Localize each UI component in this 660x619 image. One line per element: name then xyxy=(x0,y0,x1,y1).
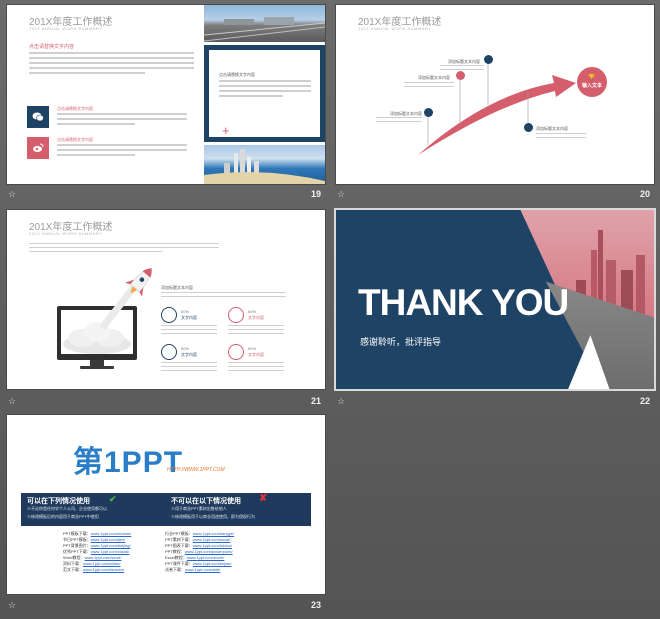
stat-3-text xyxy=(161,362,217,374)
marker-03 xyxy=(484,55,493,64)
slide-number-20: 20 xyxy=(640,189,651,199)
slide-heading: 点击请替换文字内容 xyxy=(29,44,75,50)
item-text-2 xyxy=(57,144,187,159)
slide-thumbnail-22[interactable]: THANK YOU 感谢聆听，批评指导 xyxy=(336,210,654,389)
trophy-icon: 🏆 xyxy=(588,75,596,81)
label-04: 添加标题文本内容 xyxy=(536,126,568,131)
desc-02 xyxy=(404,82,454,90)
stat-2-pct: 60% xyxy=(248,309,257,314)
slide-19-transition-icon[interactable]: ☆ xyxy=(8,189,16,200)
intro-text xyxy=(29,243,219,255)
link-row[interactable]: 试卷下载：www.1ppt.com/shiti/ xyxy=(165,567,275,573)
slide-thumbnail-21[interactable]: 201X年度工作概述 201X ANNUAL WORK SUMMARY 添加标题… xyxy=(7,210,325,389)
photo-railway xyxy=(204,5,325,42)
desc-04 xyxy=(536,133,586,141)
stat-3-pct: 60% xyxy=(181,346,190,351)
rocket-monitor-illustration xyxy=(57,267,152,369)
slide-thumbnail-23[interactable]: 第1PPT HTTP://WWW.1PPT.COM 可以在下列情况使用 ✔ ※不… xyxy=(7,415,325,594)
plus-icon: + xyxy=(222,123,230,138)
logo-text: 第1PPT xyxy=(73,446,184,479)
section-heading: 添加标题文本内容 xyxy=(161,285,193,290)
slide-20-transition-icon[interactable]: ☆ xyxy=(337,189,345,200)
cannot-use-title: 不可以在以下情况使用 xyxy=(171,498,241,505)
cta-label: 输入文本 xyxy=(581,83,602,89)
box-title: 点击请替换文字内容 xyxy=(219,72,255,77)
cannot-use-line-1: ※用于商业PPT素材出售给他人 xyxy=(171,506,227,511)
puzzle-icon xyxy=(161,344,177,360)
slide-22-transition-icon[interactable]: ☆ xyxy=(337,396,345,407)
stat-4-label: 文字内容 xyxy=(248,352,264,357)
logo-url: HTTP://WWW.1PPT.COM xyxy=(167,467,225,473)
slide-subtitle: 201X ANNUAL WORK SUMMARY xyxy=(29,26,103,31)
stat-4-pct: 60% xyxy=(248,346,257,351)
stat-4-text xyxy=(228,362,284,374)
section-text xyxy=(161,292,286,300)
slide-number-22: 22 xyxy=(640,396,651,406)
usage-banner: 可以在下列情况使用 ✔ ※不论你是任何学个人公司、企业使用都可以 ※修改模板后的… xyxy=(21,493,311,526)
cta-circle: 🏆 输入文本 xyxy=(577,67,607,97)
wechat-icon xyxy=(27,106,49,128)
link-row[interactable]: 范文下载：www.1ppt.com/fanwen/ xyxy=(63,567,163,573)
cross-icon: ✘ xyxy=(259,493,268,504)
links-right: 行业PPT模板：www.1ppt.com/hangye/ PPT素材下载：www… xyxy=(165,531,275,573)
label-02: 添加标题文本内容 xyxy=(418,75,450,80)
cannot-use-line-2: ※修改模板用于以商业用途使用，即为侵权行为 xyxy=(171,514,255,519)
slide-thumbnail-20[interactable]: 201X年度工作概述 201X ANNUAL WORK SUMMARY 添加标题… xyxy=(336,5,654,184)
slide-23-transition-icon[interactable]: ☆ xyxy=(8,600,16,611)
stat-1-text xyxy=(161,325,217,337)
paragraph-placeholder xyxy=(29,52,194,77)
marker-01 xyxy=(424,108,433,117)
links-left: PPT模板下载：www.1ppt.com/moban/ 节日PPT模板：www.… xyxy=(63,531,163,573)
slide-number-19: 19 xyxy=(311,189,322,199)
slide-21-transition-icon[interactable]: ☆ xyxy=(8,396,16,407)
item-title-1: 点击请替换文字内容 xyxy=(57,106,93,111)
alarm-icon xyxy=(228,307,244,323)
alarm-clock-icon xyxy=(161,307,177,323)
item-text-1 xyxy=(57,113,187,128)
stat-2-text xyxy=(228,325,284,337)
slide-subtitle: 201X ANNUAL WORK SUMMARY xyxy=(29,231,103,236)
desc-03 xyxy=(440,65,484,73)
bulb-icon xyxy=(228,344,244,360)
thank-you-headline: THANK YOU xyxy=(358,282,569,323)
box-text xyxy=(219,80,311,100)
can-use-title: 可以在下列情况使用 xyxy=(27,498,90,505)
growth-arrow xyxy=(418,60,576,155)
check-icon: ✔ xyxy=(109,494,117,504)
stat-1-pct: 60% xyxy=(181,309,190,314)
item-title-2: 点击请替换文字内容 xyxy=(57,137,93,142)
stat-3-label: 文字内容 xyxy=(181,352,197,357)
text-box-frame: 点击请替换文字内容 + xyxy=(204,45,325,142)
slide-number-23: 23 xyxy=(311,600,322,610)
thank-you-subline: 感谢聆听，批评指导 xyxy=(360,337,442,347)
photo-coastline xyxy=(204,145,325,184)
slide-number-21: 21 xyxy=(311,396,322,406)
logo: 第1PPT xyxy=(73,437,183,481)
can-use-line-2: ※修改模板后的内容用于商业PPT中使用 xyxy=(27,514,99,519)
marker-04 xyxy=(524,123,533,132)
can-use-line-1: ※不论你是任何学个人公司、企业使用都可以 xyxy=(27,506,107,511)
weibo-icon xyxy=(27,137,49,159)
slide-thumbnail-19[interactable]: 201X年度工作概述 201X ANNUAL WORK SUMMARY 点击请替… xyxy=(7,5,325,184)
stat-2-label: 文字内容 xyxy=(248,315,264,320)
desc-01 xyxy=(376,117,422,125)
stat-1-label: 文字内容 xyxy=(181,315,197,320)
